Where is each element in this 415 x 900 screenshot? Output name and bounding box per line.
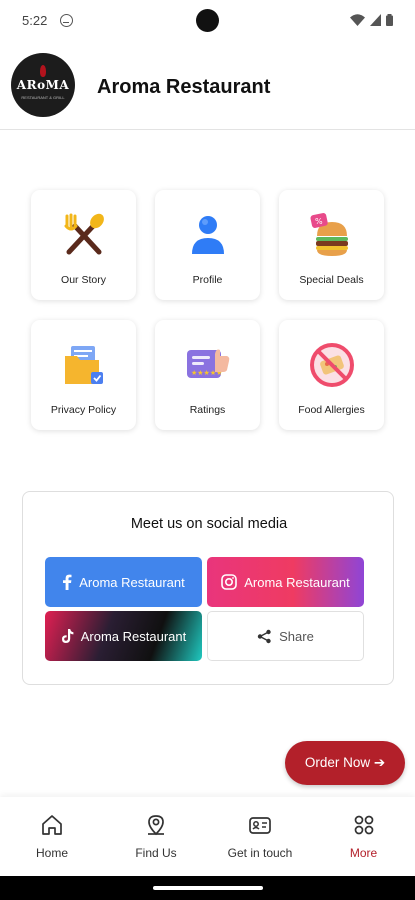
tiktok-button[interactable]: Aroma Restaurant [45, 611, 202, 661]
grid-more-icon [354, 815, 374, 835]
facebook-button[interactable]: Aroma Restaurant [45, 557, 202, 607]
tile-label: Special Deals [299, 274, 364, 286]
app-header: ARoMA RESTAURANT & GRILL Aroma Restauran… [0, 44, 415, 130]
home-gesture-bar[interactable] [153, 886, 263, 890]
instagram-button[interactable]: Aroma Restaurant [207, 557, 364, 607]
folder-policy-icon [65, 346, 103, 384]
nav-get-in-touch[interactable]: Get in touch [208, 797, 312, 876]
burger-deal-icon: % [310, 213, 348, 256]
nav-label: Find Us [135, 846, 177, 860]
tile-profile[interactable]: Profile [155, 190, 260, 300]
nav-more[interactable]: More [312, 797, 415, 876]
order-now-button[interactable]: Order Now ➔ [285, 741, 405, 785]
rating-thumbs-up-icon: ★★★★★ [187, 349, 230, 378]
logo-subtext: RESTAURANT & GRILL [21, 95, 65, 100]
fork-spoon-icon [64, 213, 104, 255]
tile-label: Our Story [61, 274, 106, 286]
system-gesture-area [0, 876, 415, 900]
social-title: Meet us on social media [130, 516, 288, 532]
status-time: 5:22 [22, 13, 48, 28]
location-pin-icon [148, 815, 164, 836]
restaurant-logo[interactable]: ARoMA RESTAURANT & GRILL [11, 53, 75, 117]
tile-our-story[interactable]: Our Story [31, 190, 136, 300]
nav-home[interactable]: Home [0, 797, 104, 876]
tile-special-deals[interactable]: % Special Deals [279, 190, 384, 300]
svg-text:%: % [315, 217, 323, 226]
share-label: Share [279, 628, 314, 644]
tile-food-allergies[interactable]: Food Allergies [279, 320, 384, 430]
signal-icon [370, 14, 381, 26]
battery-icon [386, 14, 393, 26]
logo-text: ARoMA [16, 78, 70, 92]
nav-label: More [349, 846, 378, 860]
sync-icon [60, 14, 73, 27]
nav-label: Home [35, 846, 68, 860]
facebook-icon [63, 574, 72, 590]
user-icon [192, 216, 224, 254]
status-icons [350, 14, 393, 26]
social-media-card: Meet us on social media Aroma Restaurant… [22, 491, 394, 685]
tile-ratings[interactable]: ★★★★★ Ratings [155, 320, 260, 430]
page-title: Aroma Restaurant [97, 76, 271, 98]
nav-find-us[interactable]: Find Us [104, 797, 208, 876]
home-icon [42, 815, 62, 835]
wifi-icon [350, 14, 365, 26]
share-button[interactable]: Share [207, 611, 364, 661]
instagram-icon [221, 574, 238, 590]
tile-label: Profile [192, 274, 223, 286]
facebook-label: Aroma Restaurant [79, 574, 185, 590]
nav-label: Get in touch [227, 846, 293, 860]
menu-grid: Our Story Profile % Special Deals Privac… [31, 190, 385, 430]
status-bar: 5:22 [0, 0, 415, 44]
bottom-navigation: Home Find Us Get in touch More [0, 797, 415, 876]
tiktok-icon [61, 629, 74, 643]
front-camera [196, 9, 219, 32]
tile-privacy-policy[interactable]: Privacy Policy [31, 320, 136, 430]
no-food-icon [310, 343, 354, 387]
instagram-label: Aroma Restaurant [244, 574, 350, 590]
logo-flame-icon [40, 65, 46, 77]
tile-label: Privacy Policy [50, 404, 117, 416]
tiktok-label: Aroma Restaurant [80, 628, 187, 644]
tile-label: Food Allergies [298, 404, 365, 416]
share-icon [257, 629, 271, 643]
tile-label: Ratings [189, 404, 226, 416]
order-now-label: Order Now ➔ [304, 755, 386, 770]
contact-card-icon [249, 817, 271, 834]
